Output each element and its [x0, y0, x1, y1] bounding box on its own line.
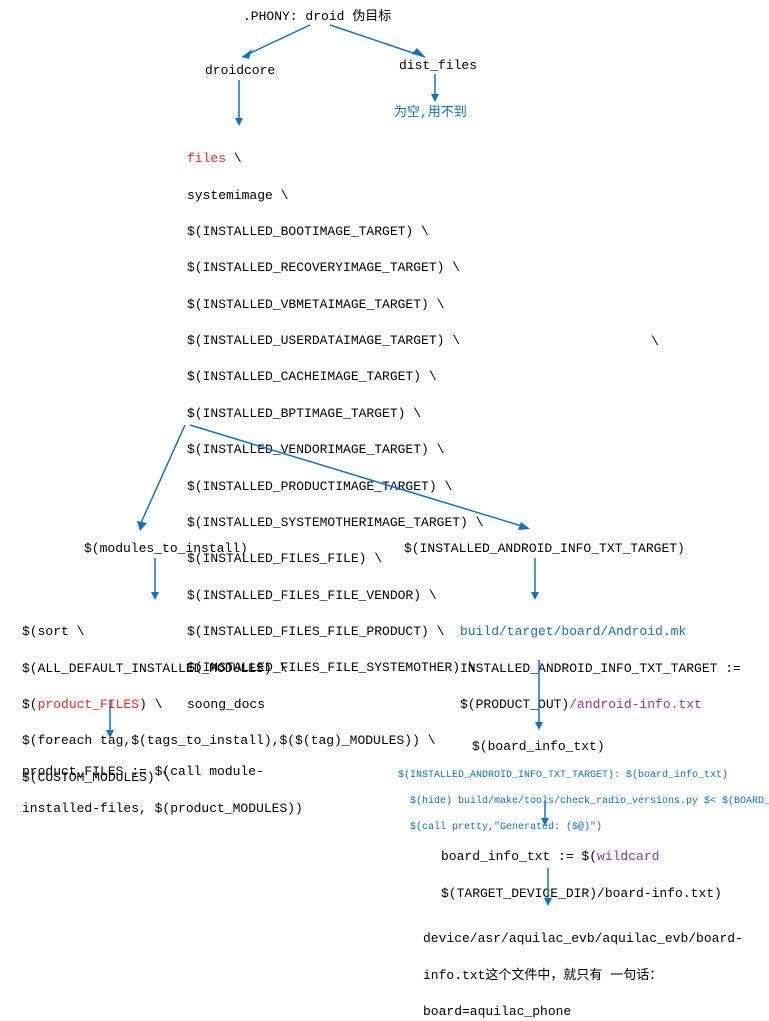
- arrow-root-droidcore: [230, 25, 320, 65]
- installed-android-info-label: $(INSTALLED_ANDROID_INFO_TXT_TARGET): [404, 541, 685, 556]
- droidcore-node: droidcore: [205, 62, 275, 80]
- files-l1: systemimage \: [187, 188, 288, 203]
- bid-l1: $(hide) build/make/tools/check_radio_ver…: [398, 796, 769, 807]
- sort-l2c: ) \: [139, 697, 162, 712]
- files-l7: $(INSTALLED_BPTIMAGE_TARGET) \: [187, 406, 421, 421]
- board-info-txt-label: $(board_info_txt): [472, 739, 605, 754]
- files-l8: $(INSTALLED_VENDORIMAGE_TARGET) \: [187, 442, 444, 457]
- files-l4: $(INSTALLED_VBMETAIMAGE_TARGET) \: [187, 297, 444, 312]
- product-l0: product_FILES := $(call module-: [22, 764, 264, 779]
- wildcard-block: board_info_txt := $(wildcard $(TARGET_DE…: [441, 830, 722, 903]
- mk-l1a: INSTALLED_ANDROID_INFO_TXT_TARGET :=: [460, 661, 741, 676]
- sort-l2b: product_FILES: [38, 697, 139, 712]
- arrow-droidcore-files: [234, 80, 244, 128]
- files-l3: $(INSTALLED_RECOVERYIMAGE_TARGET) \: [187, 260, 460, 275]
- sort-l0: $(sort \: [22, 624, 84, 639]
- sort-l1: $(ALL_DEFAULT_INSTALLED_MODULES) \: [22, 661, 287, 676]
- files-l10: $(INSTALLED_SYSTEMOTHERIMAGE_TARGET) \: [187, 515, 483, 530]
- bid-l0: $(INSTALLED_ANDROID_INFO_TXT_TARGET): $(…: [398, 770, 728, 781]
- product-files-block: product_FILES := $(call module- installe…: [22, 745, 303, 818]
- dist-files-note: 为空,用不到: [394, 104, 467, 122]
- mk-l1c: /android-info.txt: [569, 697, 702, 712]
- files-l2: $(INSTALLED_BOOTIMAGE_TARGET) \: [187, 224, 429, 239]
- product-l1: installed-files, $(product_MODULES)): [22, 801, 303, 816]
- arrow-distfiles-note: [430, 74, 440, 104]
- dev-l2: board=aquilac_phone: [423, 1004, 571, 1019]
- wc-l1: $(TARGET_DEVICE_DIR)/board-info.txt): [441, 886, 722, 901]
- dev-l0: device/asr/aquilac_evb/aquilac_evb/board…: [423, 931, 743, 946]
- android-mk-block: build/target/board/Android.mk INSTALLED_…: [460, 605, 741, 714]
- files-keyword: files: [187, 151, 226, 166]
- droidcore-label: droidcore: [205, 63, 275, 78]
- dev-l1: info.txt这个文件中，就只有 一句话：: [423, 968, 662, 983]
- wc-l0b: wildcard: [597, 849, 659, 864]
- dist-files-note-label: 为空,用不到: [394, 105, 467, 120]
- files-l9: $(INSTALLED_PRODUCTIMAGE_TARGET) \: [187, 479, 452, 494]
- arrow-modules-sort: [150, 558, 160, 602]
- files-l0b: \: [226, 151, 242, 166]
- stray-backslash: \: [651, 333, 659, 351]
- dist-files-label: dist_files: [399, 58, 477, 73]
- files-l6: $(INSTALLED_CACHEIMAGE_TARGET) \: [187, 369, 437, 384]
- modules-to-install-node: $(modules_to_install): [84, 540, 248, 558]
- dist-files-node: dist_files: [399, 57, 477, 75]
- modules-to-install-label: $(modules_to_install): [84, 541, 248, 556]
- sort-l2a: $(: [22, 697, 38, 712]
- board-info-detail: $(INSTALLED_ANDROID_INFO_TXT_TARGET): $(…: [398, 756, 769, 834]
- wc-l0a: board_info_txt := $(: [441, 849, 597, 864]
- files-l12: $(INSTALLED_FILES_FILE_VENDOR) \: [187, 588, 437, 603]
- mk-l1b: $(PRODUCT_OUT): [460, 697, 569, 712]
- root-node: .PHONY: droid 伪目标: [243, 8, 391, 26]
- files-l5: $(INSTALLED_USERDATAIMAGE_TARGET) \: [187, 333, 460, 348]
- root-label: .PHONY: droid 伪目标: [243, 9, 391, 24]
- mk-l0: build/target/board/Android.mk: [460, 624, 686, 639]
- installed-android-info-node: $(INSTALLED_ANDROID_INFO_TXT_TARGET): [404, 540, 685, 558]
- device-block: device/asr/aquilac_evb/aquilac_evb/board…: [423, 912, 743, 1021]
- arrow-info-mk: [530, 558, 540, 602]
- arrow-files-modules: [125, 425, 195, 535]
- board-info-txt-node: $(board_info_txt): [472, 738, 605, 756]
